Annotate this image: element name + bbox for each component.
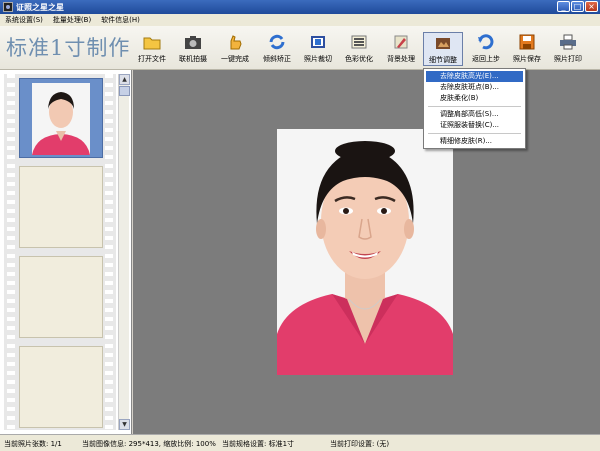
app-icon (3, 2, 13, 12)
photo-crop-button[interactable]: 照片裁切 (298, 32, 338, 66)
close-button[interactable]: × (585, 1, 598, 12)
detail-icon (436, 38, 450, 49)
thumbnail-2[interactable] (19, 166, 103, 248)
menu-skin-soften[interactable]: 皮肤柔化(B) (426, 93, 523, 104)
menu-remove-skin-spots[interactable]: 去除皮肤斑点(B)... (426, 82, 523, 93)
menu-system-settings[interactable]: 系统设置(S) (5, 15, 43, 25)
toolbar: 标准1寸制作 打开文件 联机拍摄 一键完成 倾斜矫正 照片裁切 色彩优化 背景处… (0, 26, 600, 70)
portrait-image (277, 129, 453, 375)
thumbnail-photo (32, 83, 90, 155)
menu-batch-processing[interactable]: 批量处理(B) (53, 15, 91, 25)
thumbnail-scrollbar[interactable]: ▲ ▼ (118, 74, 130, 430)
scroll-thumb[interactable] (119, 86, 130, 96)
undo-button[interactable]: 返回上步 (466, 32, 506, 66)
status-image-info: 当前图像信息: 295*413, 缩放比例: 100% (82, 440, 216, 448)
printer-icon (560, 34, 576, 50)
detail-adjust-menu: 去除皮肤高光(E)... 去除皮肤斑点(B)... 皮肤柔化(B) 调整肩部高低… (423, 68, 526, 149)
save-icon (519, 34, 535, 50)
rotate-icon (269, 34, 285, 50)
menu-separator (428, 106, 521, 107)
thumbnail-1[interactable] (19, 78, 103, 158)
one-click-complete-button[interactable]: 一键完成 (215, 32, 255, 66)
mode-title: 标准1寸制作 (6, 36, 131, 60)
color-optimize-button[interactable]: 色彩优化 (339, 32, 379, 66)
window-controls: _ □ × (557, 1, 598, 12)
menu-remove-skin-highlight[interactable]: 去除皮肤高光(E)... (426, 71, 523, 82)
status-spec-setting: 当前规格设置: 标准1寸 (222, 440, 295, 448)
camera-icon (185, 36, 201, 49)
crop-icon (311, 36, 325, 48)
film-perforation-right (102, 74, 116, 430)
folder-icon (143, 37, 161, 50)
photo-canvas[interactable] (133, 70, 600, 434)
brush-icon (394, 35, 408, 49)
hand-icon (230, 35, 242, 50)
id-photo (277, 129, 453, 375)
status-print-setting: 当前打印设置: (无) (330, 440, 390, 448)
detail-adjust-button[interactable]: 细节调整 (423, 32, 463, 66)
window-title: 证照之星之星 (16, 2, 64, 12)
print-photo-button[interactable]: 照片打印 (548, 32, 588, 66)
thumbnail-3[interactable] (19, 256, 103, 338)
menu-bar: 系统设置(S) 批量处理(B) 软件信息(H) (0, 14, 600, 26)
minimize-button[interactable]: _ (557, 1, 570, 12)
camera-capture-button[interactable]: 联机拍摄 (173, 32, 213, 66)
status-photo-count: 当前照片张数: 1/1 (4, 440, 62, 448)
thumbnail-panel: ▲ ▼ (0, 70, 132, 434)
menu-software-info[interactable]: 软件信息(H) (101, 15, 140, 25)
background-processing-button[interactable]: 背景处理 (381, 32, 421, 66)
status-bar: 当前照片张数: 1/1 当前图像信息: 295*413, 缩放比例: 100% … (0, 434, 600, 451)
open-file-button[interactable]: 打开文件 (132, 32, 172, 66)
film-strip (4, 74, 116, 430)
menu-fine-skin-retouch[interactable]: 精细修皮肤(R)... (426, 136, 523, 147)
maximize-button[interactable]: □ (571, 1, 584, 12)
film-perforation-left (4, 74, 18, 430)
menu-adjust-shoulders[interactable]: 调整肩部高低(S)... (426, 109, 523, 120)
color-icon (351, 35, 367, 49)
scroll-up-button[interactable]: ▲ (119, 74, 130, 85)
undo-icon (478, 34, 494, 50)
scroll-down-button[interactable]: ▼ (119, 419, 130, 430)
tilt-correction-button[interactable]: 倾斜矫正 (257, 32, 297, 66)
title-bar: 证照之星之星 _ □ × (0, 0, 600, 14)
menu-separator (428, 133, 521, 134)
save-photo-button[interactable]: 照片保存 (507, 32, 547, 66)
thumbnail-4[interactable] (19, 346, 103, 428)
menu-replace-clothing[interactable]: 证照服装替换(C)... (426, 120, 523, 131)
